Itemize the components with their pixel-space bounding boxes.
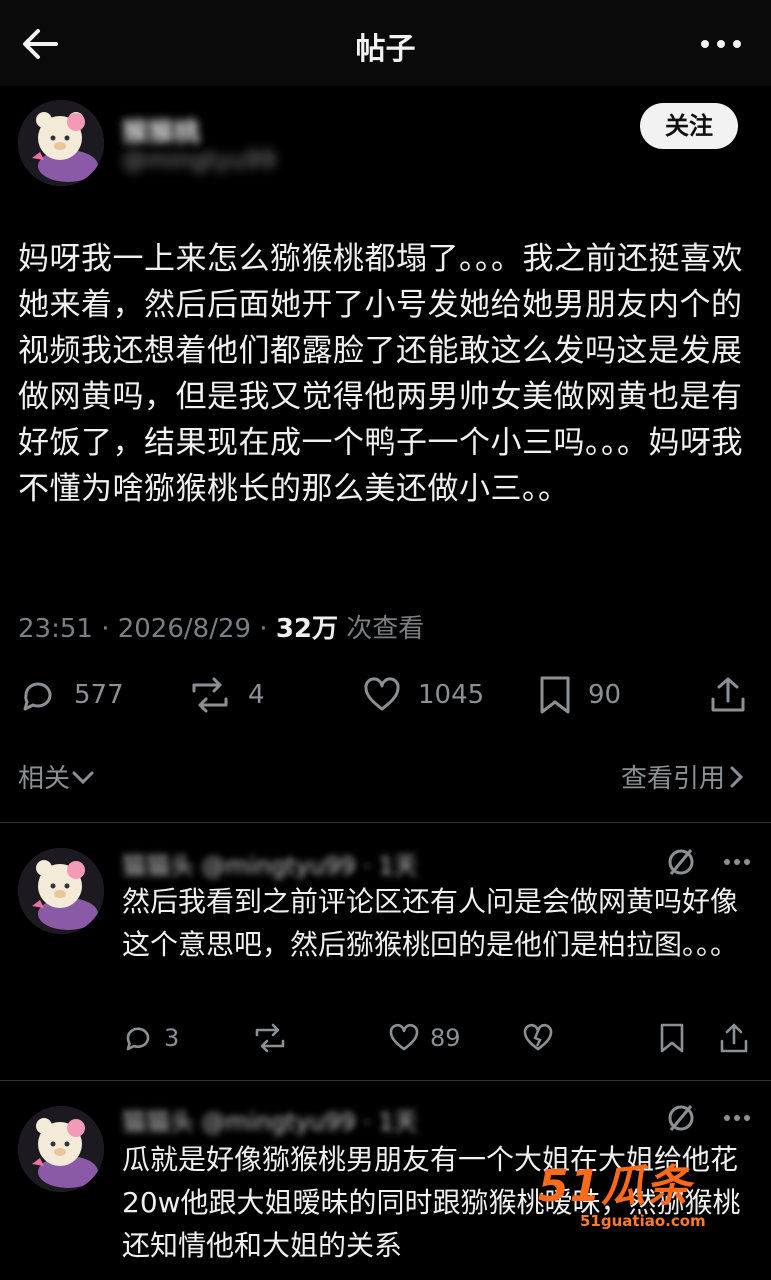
chevron-right-icon <box>730 766 744 787</box>
reply-count: 3 <box>164 1024 180 1052</box>
page-title: 帖子 <box>355 32 416 67</box>
views-label: 次查看 <box>338 614 425 644</box>
heart-icon <box>364 677 400 711</box>
like-button[interactable]: 1045 <box>362 670 484 720</box>
watermark-url: 51guatiao.com <box>580 1212 706 1230</box>
watermark-logo: 51瓜条 51guatiao.com <box>510 1150 750 1234</box>
repost-button[interactable] <box>252 1018 288 1058</box>
mute-icon[interactable] <box>665 846 697 878</box>
repost-button[interactable]: 4 <box>188 670 265 720</box>
watermark-brand: 51瓜条 <box>538 1161 692 1212</box>
share-icon <box>720 1023 748 1053</box>
more-options-icon[interactable] <box>699 30 743 58</box>
reply-button[interactable]: 577 <box>18 670 124 720</box>
top-bar: 帖子 <box>0 0 771 86</box>
author-avatar[interactable] <box>18 100 104 186</box>
reply-count: 577 <box>74 680 124 710</box>
reply-avatar[interactable] <box>18 1106 104 1192</box>
bookmark-button[interactable]: 90 <box>538 670 621 720</box>
chevron-down-icon <box>72 771 94 784</box>
reply-icon <box>126 1027 150 1051</box>
post-text: 妈呀我一上来怎么猕猴桃都塌了。。。我之前还挺喜欢她来着，然后后面她开了小号发她给… <box>18 241 743 507</box>
repost-count: 4 <box>248 680 265 710</box>
follow-button[interactable]: 关注 <box>640 103 738 149</box>
like-button[interactable]: 89 <box>388 1018 461 1058</box>
reply-actions: 3 89 <box>0 1018 771 1058</box>
more-options-icon[interactable] <box>723 857 751 867</box>
reply-author[interactable]: 猫猫头 @mingtyu99 · 1天 <box>122 846 418 881</box>
view-count: 32万 <box>275 614 339 644</box>
like-count: 89 <box>430 1024 461 1052</box>
reply-text: 然后我看到之前评论区还有人问是会做网黄吗好像这个意思吧，然后猕猴桃回的是他们是柏… <box>122 885 739 961</box>
reply-top-icons <box>665 846 751 878</box>
more-options-icon[interactable] <box>723 1113 751 1123</box>
bookmark-count: 90 <box>588 680 622 710</box>
related-label: 相关 <box>18 764 71 794</box>
share-icon <box>711 677 745 712</box>
reply-author[interactable]: 猫猫头 @mingtyu99 · 1天 <box>122 1102 418 1137</box>
post-actions: 577 4 1045 90 <box>0 670 771 720</box>
reply-button[interactable]: 3 <box>122 1018 179 1058</box>
reply-avatar[interactable] <box>18 848 104 934</box>
author-name[interactable]: 猴猴桃 <box>122 112 200 149</box>
repost-icon <box>255 1023 285 1053</box>
view-quotes-link[interactable]: 查看引用 <box>621 758 747 795</box>
bookmark-icon <box>540 676 570 714</box>
author-handle: @mingtyu99 <box>122 146 276 174</box>
reply-top-icons <box>665 1102 751 1134</box>
dislike-button[interactable] <box>522 1018 554 1058</box>
bookmark-button[interactable] <box>658 1018 686 1058</box>
bookmark-icon <box>660 1023 684 1053</box>
post-meta: 23:51 · 2026/8/29 · 32万 次查看 <box>18 608 424 645</box>
divider <box>0 1080 771 1081</box>
share-button[interactable] <box>718 1018 750 1058</box>
reply-icon <box>23 682 52 711</box>
mute-icon[interactable] <box>665 1102 697 1134</box>
post-time: 23:51 · 2026/8/29 · <box>18 614 276 644</box>
share-button[interactable] <box>708 670 748 720</box>
broken-heart-icon <box>523 1023 553 1051</box>
repost-icon <box>192 677 228 713</box>
view-quotes-label: 查看引用 <box>620 764 725 794</box>
like-count: 1045 <box>418 680 485 710</box>
heart-icon <box>389 1023 419 1051</box>
divider <box>0 822 771 823</box>
related-dropdown[interactable]: 相关 <box>18 758 96 795</box>
